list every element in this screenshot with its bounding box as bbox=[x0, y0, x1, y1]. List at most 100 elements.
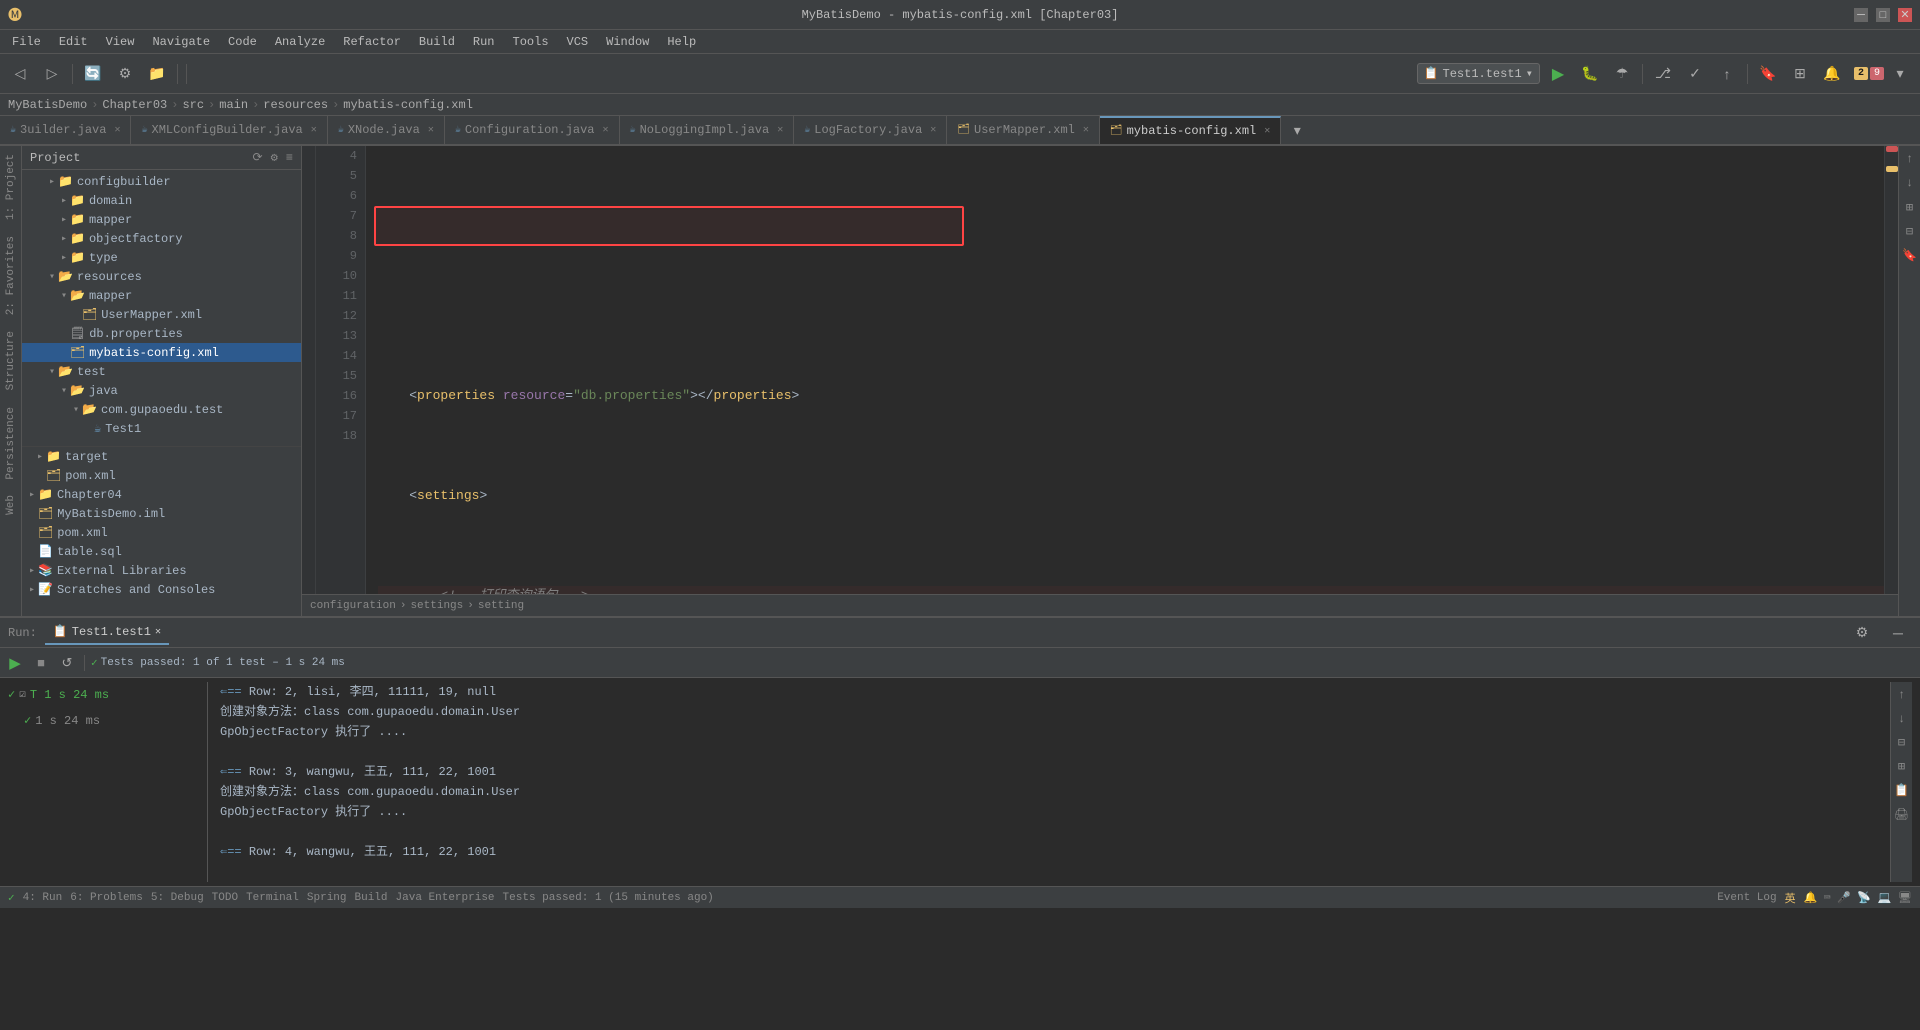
status-terminal-label[interactable]: Terminal bbox=[246, 892, 299, 904]
run-right-icon-4[interactable]: ⊞ bbox=[1893, 758, 1911, 776]
status-todo-label[interactable]: TODO bbox=[212, 892, 238, 904]
tab-xnode[interactable]: ☕ XNode.java ✕ bbox=[328, 116, 445, 144]
run-button[interactable]: ▶ bbox=[1544, 60, 1572, 88]
tab-close-xnode[interactable]: ✕ bbox=[428, 124, 434, 136]
web-label[interactable]: Web bbox=[2, 487, 20, 523]
breadcrumb-setting[interactable]: setting bbox=[478, 600, 524, 612]
tree-item-type[interactable]: ▸ 📁 type bbox=[22, 248, 301, 267]
tree-item-ext-libs[interactable]: ▸ 📚 External Libraries bbox=[22, 561, 301, 580]
tree-item-mybatisconfig[interactable]: 🗂 mybatis-config.xml bbox=[22, 343, 301, 362]
rerun2-button[interactable]: ↺ bbox=[56, 652, 78, 674]
menu-view[interactable]: View bbox=[98, 33, 143, 51]
sidebar-sync-icon[interactable]: ⟳ bbox=[253, 150, 263, 165]
vcs-button[interactable]: ⎇ bbox=[1649, 60, 1677, 88]
tree-item-sql[interactable]: 📄 table.sql bbox=[22, 542, 301, 561]
structure-label[interactable]: Structure bbox=[2, 323, 20, 398]
run-tab-close[interactable]: ✕ bbox=[155, 626, 161, 638]
run-right-icon-1[interactable]: ↑ bbox=[1893, 686, 1911, 704]
menu-analyze[interactable]: Analyze bbox=[267, 33, 333, 51]
tree-item-objectfactory[interactable]: ▸ 📁 objectfactory bbox=[22, 229, 301, 248]
run-minimize-button[interactable]: ─ bbox=[1884, 619, 1912, 647]
back-button[interactable]: ◁ bbox=[6, 60, 34, 88]
breadcrumb-configuration[interactable]: configuration bbox=[310, 600, 396, 612]
run-right-icon-3[interactable]: ⊟ bbox=[1893, 734, 1911, 752]
persistence-label[interactable]: Persistence bbox=[2, 399, 20, 488]
breadcrumb-settings[interactable]: settings bbox=[410, 600, 463, 612]
menu-window[interactable]: Window bbox=[598, 33, 657, 51]
bookmark-button[interactable]: 🔖 bbox=[1754, 60, 1782, 88]
right-icon-5[interactable]: 🔖 bbox=[1901, 246, 1919, 264]
close-button[interactable]: ✕ bbox=[1898, 8, 1912, 22]
tab-nologging[interactable]: ☕ NoLoggingImpl.java ✕ bbox=[620, 116, 795, 144]
project-settings-button[interactable]: 📁 bbox=[143, 60, 171, 88]
menu-tools[interactable]: Tools bbox=[505, 33, 557, 51]
sync-button[interactable]: 🔄 bbox=[79, 60, 107, 88]
tree-item-target[interactable]: ▸ 📁 target bbox=[22, 447, 301, 466]
code-editor[interactable]: 4 5 6 7 8 9 10 11 12 13 14 15 16 17 18 bbox=[302, 146, 1898, 594]
tree-item-test1[interactable]: ☕ Test1 bbox=[22, 419, 301, 438]
status-build-label[interactable]: Build bbox=[355, 892, 388, 904]
minimize-button[interactable]: ─ bbox=[1854, 8, 1868, 22]
tree-item-root-pom[interactable]: 🗂 pom.xml bbox=[22, 523, 301, 542]
tree-item-pom[interactable]: 🗂 pom.xml bbox=[22, 466, 301, 485]
tree-item-chapter04[interactable]: ▸ 📁 Chapter04 bbox=[22, 485, 301, 504]
settings-button[interactable]: ⚙ bbox=[111, 60, 139, 88]
status-event-log[interactable]: Event Log bbox=[1717, 892, 1776, 904]
breadcrumb-chapter[interactable]: Chapter03 bbox=[102, 98, 167, 112]
menu-edit[interactable]: Edit bbox=[51, 33, 96, 51]
status-run-label[interactable]: 4: Run bbox=[23, 892, 63, 904]
sidebar-settings-icon[interactable]: ⚙ bbox=[271, 150, 278, 165]
tree-item-usermapper[interactable]: 🗂 UserMapper.xml bbox=[22, 305, 301, 324]
run-right-icon-2[interactable]: ↓ bbox=[1893, 710, 1911, 728]
run-settings-button[interactable]: ⚙ bbox=[1848, 619, 1876, 647]
tab-close-xmlconfigbuilder[interactable]: ✕ bbox=[311, 124, 317, 136]
push-button[interactable]: ↑ bbox=[1713, 60, 1741, 88]
tab-logfactory[interactable]: ☕ LogFactory.java ✕ bbox=[794, 116, 947, 144]
status-java-label[interactable]: Java Enterprise bbox=[396, 892, 495, 904]
tab-usermapper[interactable]: 🗂 UserMapper.xml ✕ bbox=[947, 116, 1100, 144]
notifications-button[interactable]: 🔔 bbox=[1818, 60, 1846, 88]
status-spring-label[interactable]: Spring bbox=[307, 892, 347, 904]
tab-close-nologging[interactable]: ✕ bbox=[777, 124, 783, 136]
breadcrumb-project[interactable]: MyBatisDemo bbox=[8, 98, 87, 112]
tree-item-testpkg[interactable]: ▾ 📂 com.gupaoedu.test bbox=[22, 400, 301, 419]
coverage-button[interactable]: ☂ bbox=[1608, 60, 1636, 88]
right-icon-1[interactable]: ↑ bbox=[1901, 150, 1919, 168]
rerun-button[interactable]: ▶ bbox=[4, 652, 26, 674]
test-item-root[interactable]: ✓ ☑ T 1 s 24 ms bbox=[8, 682, 199, 708]
forward-button[interactable]: ▷ bbox=[38, 60, 66, 88]
menu-build[interactable]: Build bbox=[411, 33, 463, 51]
menu-run[interactable]: Run bbox=[465, 33, 503, 51]
tab-xmlconfigbuilder[interactable]: ☕ XMLConfigBuilder.java ✕ bbox=[131, 116, 327, 144]
run-right-icon-5[interactable]: 📋 bbox=[1893, 782, 1911, 800]
breadcrumb-resources[interactable]: resources bbox=[263, 98, 328, 112]
tab-builder[interactable]: ☕ 3uilder.java ✕ bbox=[0, 116, 131, 144]
tab-close-logfactory[interactable]: ✕ bbox=[930, 124, 936, 136]
tree-item-resources[interactable]: ▾ 📂 resources bbox=[22, 267, 301, 286]
project-panel-label[interactable]: 1: Project bbox=[2, 146, 20, 228]
menu-code[interactable]: Code bbox=[220, 33, 265, 51]
tree-item-test[interactable]: ▾ 📂 test bbox=[22, 362, 301, 381]
stop-button[interactable]: ■ bbox=[30, 652, 52, 674]
menu-help[interactable]: Help bbox=[659, 33, 704, 51]
tree-item-scratches[interactable]: ▸ 📝 Scratches and Consoles bbox=[22, 580, 301, 599]
maximize-button[interactable]: □ bbox=[1876, 8, 1890, 22]
right-icon-3[interactable]: ⊞ bbox=[1901, 198, 1919, 216]
tree-item-configbuilder[interactable]: ▸ 📁 configbuilder bbox=[22, 172, 301, 191]
tree-item-mapper[interactable]: ▸ 📁 mapper bbox=[22, 210, 301, 229]
tab-close-usermapper[interactable]: ✕ bbox=[1083, 124, 1089, 136]
tab-mybatisconfig[interactable]: 🗂 mybatis-config.xml ✕ bbox=[1100, 116, 1281, 144]
run-config-selector[interactable]: 📋 Test1.test1 ▾ bbox=[1417, 63, 1540, 84]
tree-item-java[interactable]: ▾ 📂 java bbox=[22, 381, 301, 400]
tab-configuration[interactable]: ☕ Configuration.java ✕ bbox=[445, 116, 620, 144]
tree-item-iml[interactable]: 🗂 MyBatisDemo.iml bbox=[22, 504, 301, 523]
tree-item-domain[interactable]: ▸ 📁 domain bbox=[22, 191, 301, 210]
run-right-icon-6[interactable]: 🖨 bbox=[1893, 806, 1911, 824]
favorites-label[interactable]: 2: Favorites bbox=[2, 228, 20, 323]
tab-close-mybatisconfig[interactable]: ✕ bbox=[1264, 125, 1270, 137]
run-tab-test1[interactable]: 📋 Test1.test1 ✕ bbox=[45, 620, 169, 645]
tab-close-configuration[interactable]: ✕ bbox=[603, 124, 609, 136]
tree-item-res-mapper[interactable]: ▾ 📂 mapper bbox=[22, 286, 301, 305]
menu-file[interactable]: File bbox=[4, 33, 49, 51]
menu-vcs[interactable]: VCS bbox=[559, 33, 597, 51]
